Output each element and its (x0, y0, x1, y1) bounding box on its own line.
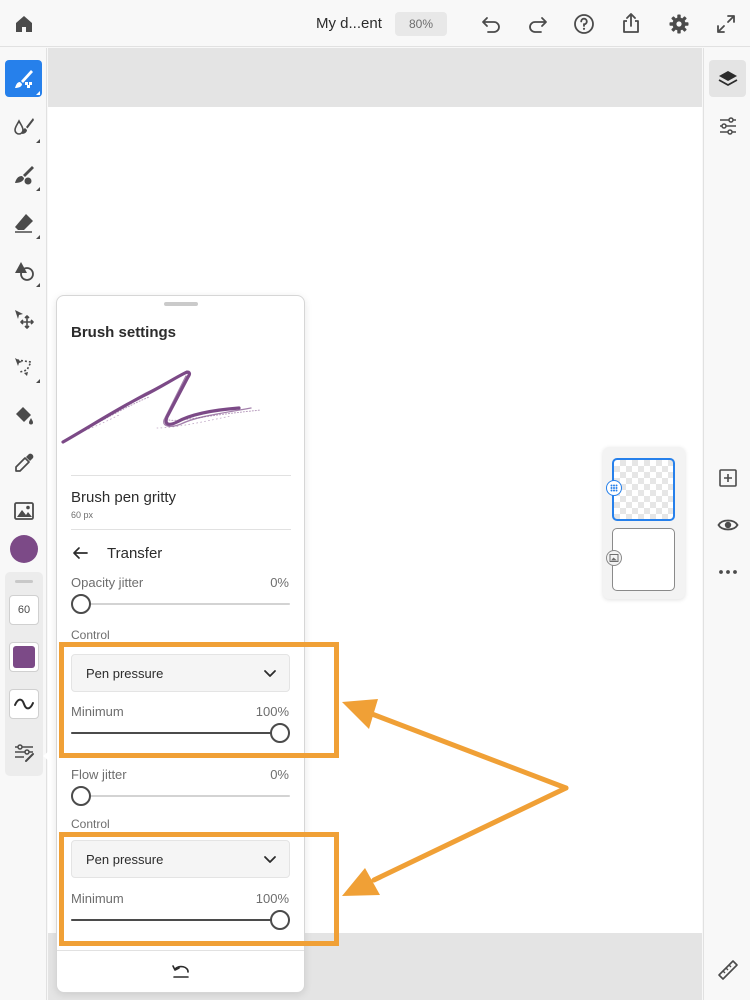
fill-icon[interactable] (5, 396, 42, 433)
adjustments-icon[interactable] (709, 107, 746, 144)
panel-drag-handle[interactable] (164, 302, 198, 306)
paint-layer-icon (606, 480, 622, 496)
ruler-icon[interactable] (709, 951, 746, 988)
reset-icon[interactable] (170, 961, 192, 983)
help-icon[interactable] (572, 12, 596, 36)
document-title[interactable]: My d...ent (316, 15, 382, 32)
zoom-level[interactable]: 80% (395, 12, 447, 36)
paint-brush-icon[interactable] (5, 60, 42, 97)
eyedropper-icon[interactable] (5, 444, 42, 481)
highlight-box (59, 642, 339, 758)
opacity-jitter-label: Opacity jitter (71, 575, 144, 590)
brush-name[interactable]: Brush pen gritty (71, 489, 176, 506)
left-toolbar (0, 48, 47, 1000)
add-layer-icon[interactable] (709, 459, 746, 496)
undo-icon[interactable] (479, 12, 503, 36)
slider-thumb[interactable] (71, 786, 91, 806)
eraser-icon[interactable] (5, 204, 42, 241)
lasso-icon[interactable] (5, 348, 42, 385)
image-layer-icon (606, 550, 622, 566)
flow-jitter-label: Flow jitter (71, 767, 127, 782)
oil-brush-icon[interactable] (5, 156, 42, 193)
control-label: Control (71, 817, 110, 831)
fullscreen-icon[interactable] (714, 12, 738, 36)
control-label: Control (71, 628, 110, 642)
divider (71, 529, 291, 530)
mini-panel-handle[interactable] (15, 580, 33, 583)
top-bar: My d...ent 80% (0, 0, 750, 47)
flow-jitter-slider[interactable] (71, 786, 290, 806)
panel-pointer (43, 746, 55, 766)
redo-icon[interactable] (526, 12, 550, 36)
layers-icon[interactable] (709, 60, 746, 97)
brush-mini-panel: 60 (5, 572, 43, 776)
color-picker[interactable] (10, 535, 38, 563)
brush-size-button[interactable]: 60 (9, 595, 39, 625)
right-toolbar (703, 48, 750, 1000)
watercolor-icon[interactable] (5, 108, 42, 145)
brush-color-button[interactable] (9, 642, 39, 672)
highlight-box (59, 832, 339, 946)
transform-icon[interactable] (5, 300, 42, 337)
brush-size-label: 60 px (71, 510, 94, 520)
home-icon[interactable] (12, 12, 36, 36)
slider-thumb[interactable] (71, 594, 91, 614)
layers-panel (603, 447, 685, 599)
panel-title: Brush settings (71, 324, 177, 341)
flow-jitter-value: 0% (270, 767, 289, 782)
back-to-settings-button[interactable]: Transfer (71, 541, 271, 565)
brush-settings-icon[interactable] (9, 737, 39, 767)
visibility-icon[interactable] (709, 506, 746, 543)
share-icon[interactable] (619, 11, 643, 35)
opacity-jitter-slider[interactable] (71, 594, 290, 614)
brush-stroke-icon[interactable] (9, 689, 39, 719)
shape-icon[interactable] (5, 252, 42, 289)
divider (71, 475, 291, 476)
brush-color-swatch (13, 646, 35, 668)
settings-icon[interactable] (667, 12, 691, 36)
panel-footer (57, 950, 304, 992)
brush-stroke-preview (61, 370, 262, 444)
opacity-jitter-value: 0% (270, 575, 289, 590)
section-title: Transfer (107, 544, 163, 562)
arrow-left-icon (73, 547, 88, 559)
more-icon[interactable] (709, 553, 746, 590)
image-icon[interactable] (5, 492, 42, 529)
